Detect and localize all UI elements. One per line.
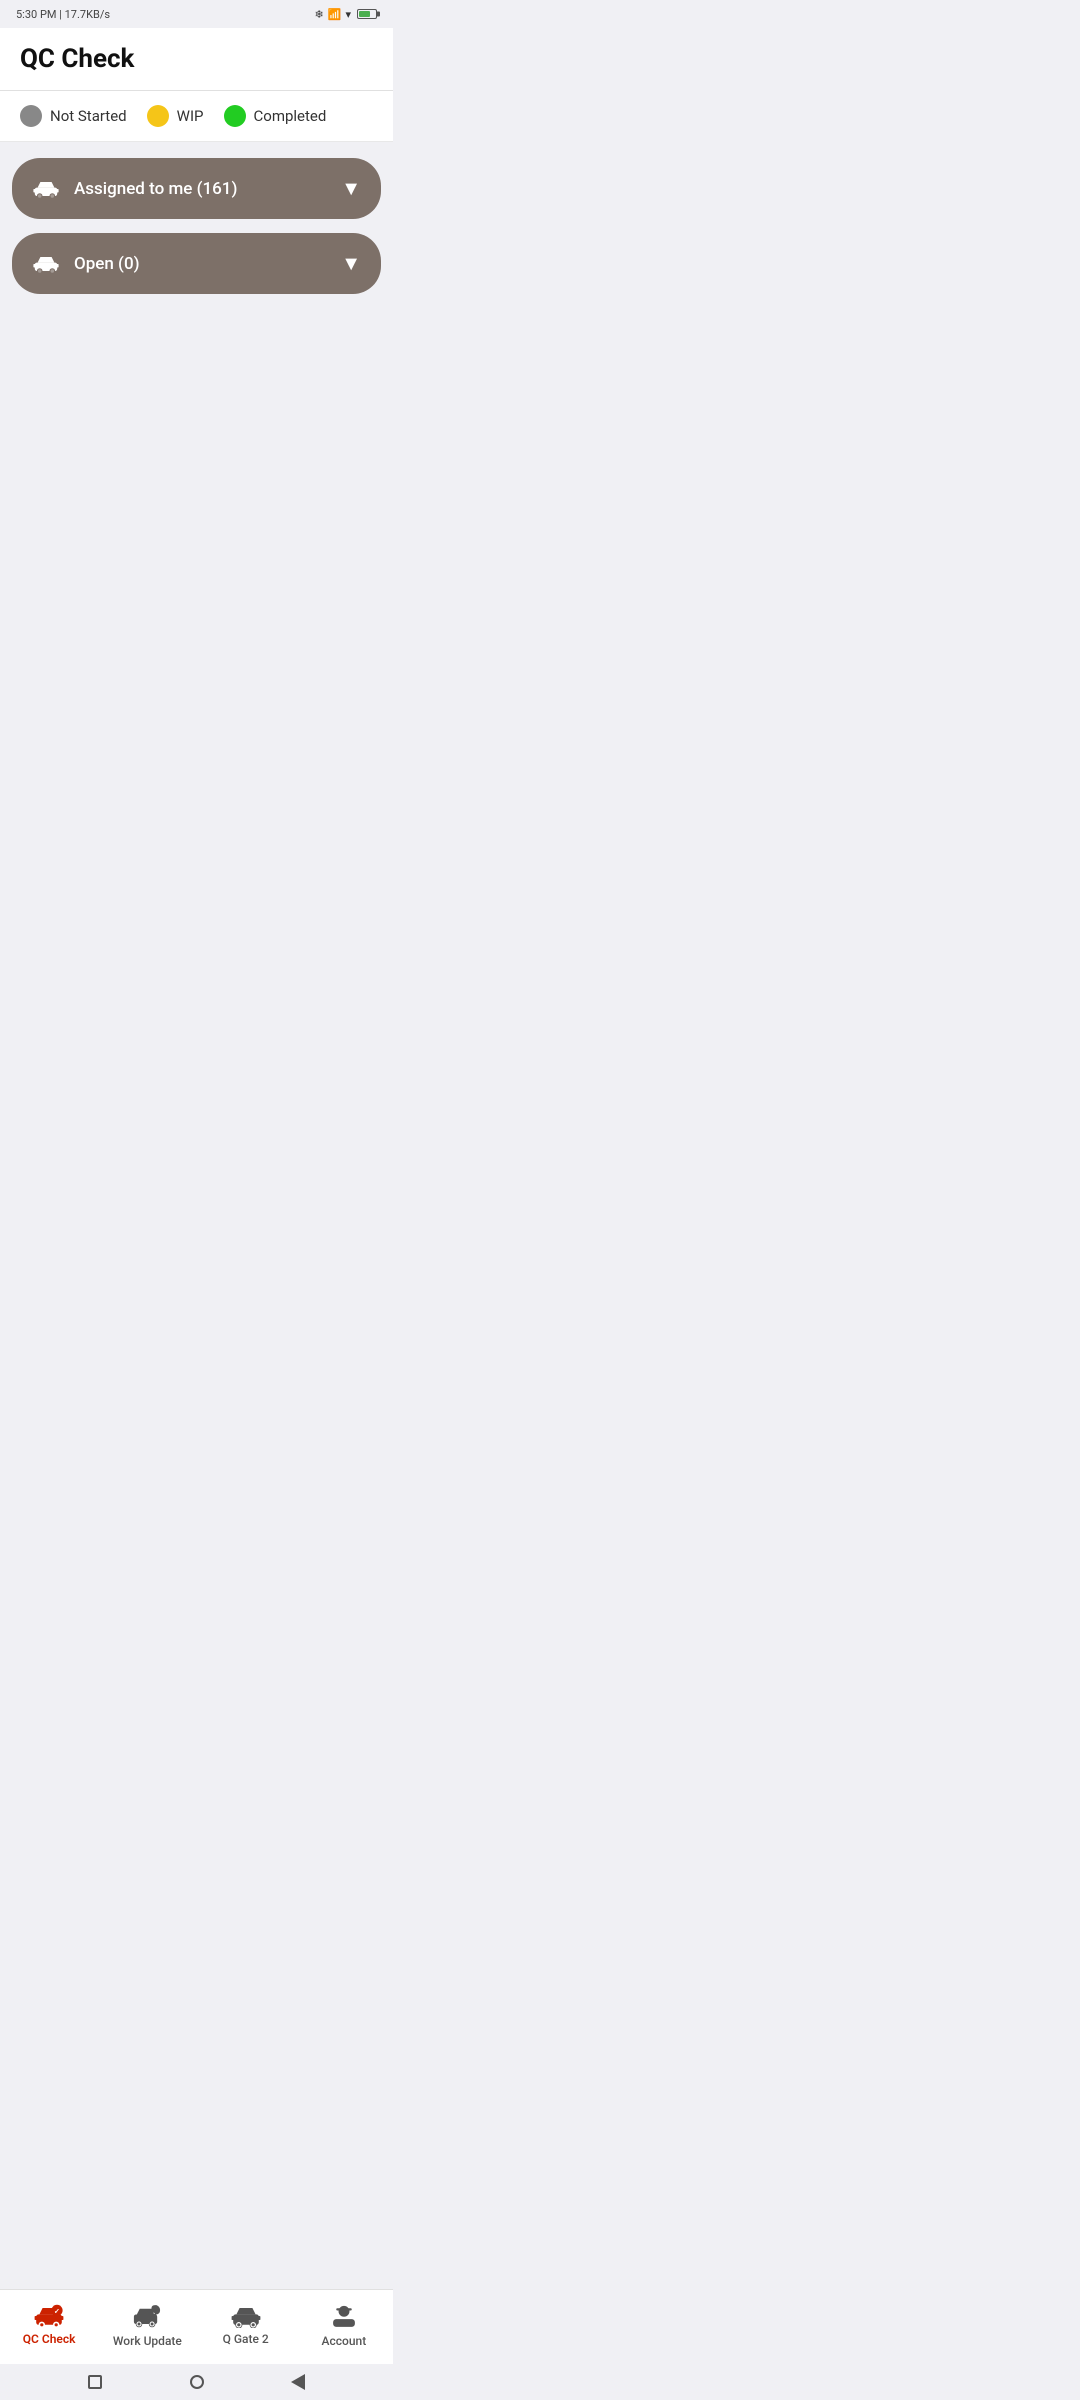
android-recent-button[interactable]: [88, 2375, 102, 2389]
completed-dot: [224, 105, 246, 127]
bottom-nav: ✓ QC Check Work Update Q Gate 2: [0, 2289, 393, 2364]
wip-dot: [147, 105, 169, 127]
battery-icon: [357, 9, 377, 19]
work-update-nav-icon: [131, 2302, 163, 2330]
empty-area: [12, 308, 381, 708]
status-time-network: 5:30 PM | 17.7KB/s: [16, 8, 110, 21]
nav-item-q-gate-2[interactable]: Q Gate 2: [197, 2300, 295, 2350]
bluetooth-icon: ❄: [315, 8, 324, 21]
assigned-to-me-header[interactable]: Assigned to me (161) ▼: [12, 158, 381, 219]
account-nav-icon: [330, 2302, 358, 2330]
legend-completed: Completed: [224, 105, 327, 127]
legend-not-started: Not Started: [20, 105, 127, 127]
signal-icon: ▾: [345, 8, 351, 21]
square-icon: [88, 2375, 102, 2389]
open-accordion[interactable]: Open (0) ▼: [12, 233, 381, 294]
assigned-to-me-accordion[interactable]: Assigned to me (161) ▼: [12, 158, 381, 219]
account-nav-label: Account: [322, 2334, 367, 2348]
accordion-left-open: Open (0): [32, 254, 140, 274]
page-header: QC Check: [0, 28, 393, 91]
q-gate-2-nav-icon: [230, 2304, 262, 2328]
qc-check-nav-label: QC Check: [23, 2332, 76, 2346]
car-icon: [32, 179, 60, 199]
nav-item-account[interactable]: Account: [295, 2298, 393, 2352]
android-home-button[interactable]: [190, 2375, 204, 2389]
nav-item-work-update[interactable]: Work Update: [98, 2298, 196, 2352]
assigned-to-me-title: Assigned to me (161): [74, 179, 237, 199]
status-legend: Not Started WIP Completed: [0, 91, 393, 142]
work-update-nav-label: Work Update: [113, 2334, 182, 2348]
legend-wip: WIP: [147, 105, 204, 127]
triangle-icon: [291, 2374, 305, 2390]
android-nav-bar: [0, 2364, 393, 2400]
completed-label: Completed: [254, 107, 327, 125]
wifi-icon: 📶: [328, 8, 342, 21]
nav-item-qc-check[interactable]: ✓ QC Check: [0, 2300, 98, 2350]
svg-text:✓: ✓: [54, 2307, 60, 2316]
assigned-chevron-icon: ▼: [341, 176, 361, 201]
not-started-label: Not Started: [50, 107, 127, 125]
accordion-left: Assigned to me (161): [32, 179, 237, 199]
wip-label: WIP: [177, 107, 204, 125]
open-header[interactable]: Open (0) ▼: [12, 233, 381, 294]
android-back-button[interactable]: [291, 2374, 305, 2390]
open-title: Open (0): [74, 254, 140, 274]
car-icon-open: [32, 254, 60, 274]
status-bar: 5:30 PM | 17.7KB/s ❄ 📶 ▾: [0, 0, 393, 28]
main-content: Assigned to me (161) ▼ Open (0) ▼: [0, 142, 393, 724]
circle-icon: [190, 2375, 204, 2389]
page-title: QC Check: [20, 44, 134, 74]
qc-check-nav-icon: ✓: [33, 2304, 65, 2328]
open-chevron-icon: ▼: [341, 251, 361, 276]
status-icons: ❄ 📶 ▾: [315, 8, 377, 21]
not-started-dot: [20, 105, 42, 127]
q-gate-2-nav-label: Q Gate 2: [223, 2332, 269, 2346]
